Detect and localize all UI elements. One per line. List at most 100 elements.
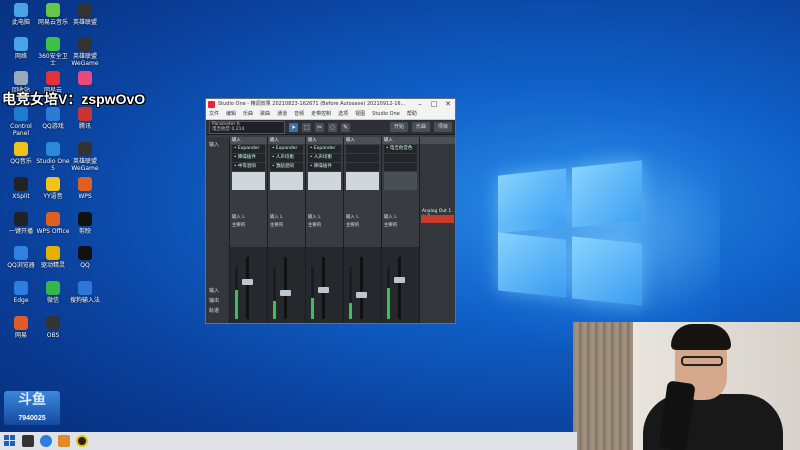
desktop-icon[interactable]: 网络: [4, 37, 38, 60]
desktop-icon[interactable]: XSplit: [4, 177, 38, 200]
insert-slot[interactable]: [383, 154, 417, 162]
send-area[interactable]: [269, 172, 303, 190]
insert-slot[interactable]: [345, 154, 379, 162]
insert-slot[interactable]: • 降噪插件: [231, 154, 265, 162]
send-area[interactable]: [307, 172, 341, 190]
project-page-button[interactable]: 项目: [433, 122, 452, 132]
close-icon[interactable]: ✕: [441, 99, 455, 110]
strip-header[interactable]: 输入: [381, 137, 419, 144]
strip-header[interactable]: 输入: [343, 137, 381, 144]
menu-item[interactable]: 乐曲: [243, 110, 253, 119]
mixer-channel-strip[interactable]: 输入 • Expander • 人声均衡 • 降噪插件 输入 L 主要的: [305, 137, 344, 323]
insert-slot[interactable]: • 激励混响: [269, 163, 303, 171]
menu-item[interactable]: 视图: [355, 110, 365, 119]
menu-item[interactable]: 选项: [338, 110, 348, 119]
range-tool-icon[interactable]: ⬚: [302, 122, 311, 132]
volume-fader-handle[interactable]: [279, 290, 291, 296]
input-routing[interactable]: 输入 L: [270, 214, 303, 221]
menu-item[interactable]: 走带控制: [311, 110, 331, 119]
strip-header[interactable]: 输入: [305, 137, 343, 144]
song-page-button[interactable]: 乐曲: [411, 122, 430, 132]
mixer-channel-strip[interactable]: 输入 • 电吉他音色 输入 L 主要的: [381, 137, 420, 323]
strip-header[interactable]: 输入: [229, 137, 267, 144]
insert-slot[interactable]: • 人声均衡: [307, 154, 341, 162]
main-out-bar[interactable]: [420, 215, 454, 223]
desktop-icon[interactable]: WPS Office: [36, 212, 70, 235]
desktop-icon[interactable]: 腾讯: [68, 107, 102, 130]
insert-slot[interactable]: • 中等混响: [231, 163, 265, 171]
desktop-icon[interactable]: OBS: [36, 316, 70, 339]
output-routing[interactable]: 主要的: [346, 222, 379, 229]
insert-slot[interactable]: [345, 145, 379, 153]
insert-slot[interactable]: • Expander: [231, 145, 265, 153]
output-routing[interactable]: 主要的: [270, 222, 303, 229]
studio-one-window[interactable]: Studio One - 精调效果 20210823-162671 (Befor…: [205, 98, 456, 324]
desktop-icon[interactable]: 360安全卫士: [36, 37, 70, 67]
erase-tool-icon[interactable]: ◌: [328, 122, 337, 132]
input-routing[interactable]: 输入 L: [346, 214, 379, 221]
arrow-tool-icon[interactable]: ➤: [289, 122, 298, 132]
taskbar-app-browser-icon[interactable]: [40, 435, 52, 447]
desktop-icon[interactable]: QQ: [68, 246, 102, 269]
mixer-channel-strip[interactable]: 输入 • Expander • 降噪插件 • 中等混响 输入 L 主要的: [229, 137, 268, 323]
send-area[interactable]: [345, 172, 379, 190]
insert-slot[interactable]: • Expander: [269, 145, 303, 153]
taskbar-app-studio-icon[interactable]: [22, 435, 34, 447]
volume-fader-handle[interactable]: [241, 279, 253, 285]
desktop-icon[interactable]: 剪映: [68, 212, 102, 235]
desktop-icon[interactable]: QQ音乐: [4, 142, 38, 165]
menu-item[interactable]: 文件: [209, 110, 219, 119]
input-routing[interactable]: 输入 L: [308, 214, 341, 221]
send-area[interactable]: [383, 172, 417, 190]
instrument-display[interactable]: Parameter 6 电吉他音 0.214: [209, 120, 285, 134]
desktop-icon[interactable]: 搜狗输入法: [68, 281, 102, 304]
desktop-icon[interactable]: YY语音: [36, 177, 70, 200]
desktop-icon[interactable]: QQ游戏: [36, 107, 70, 130]
desktop-icon[interactable]: 英雄联盟: [68, 3, 102, 26]
maximize-icon[interactable]: □: [427, 99, 441, 110]
insert-slot[interactable]: [345, 163, 379, 171]
desktop-icon[interactable]: Control Panel: [4, 107, 38, 137]
insert-slot[interactable]: [383, 163, 417, 171]
menu-item[interactable]: 通道: [277, 110, 287, 119]
menu-item[interactable]: Studio One: [372, 110, 400, 119]
insert-slot[interactable]: • 降噪插件: [307, 163, 341, 171]
desktop-icon[interactable]: 此电脑: [4, 3, 38, 26]
desktop-icon[interactable]: 英雄联盟WeGame: [68, 37, 102, 67]
taskbar-app-folder-icon[interactable]: [58, 435, 70, 447]
desktop-icon[interactable]: 网易云音乐: [36, 3, 70, 26]
insert-slot[interactable]: • 电吉他音色: [383, 145, 417, 153]
insert-slot[interactable]: • 人声均衡: [269, 154, 303, 162]
desktop-icon[interactable]: Edge: [4, 281, 38, 304]
input-routing[interactable]: 输入 L: [384, 214, 417, 221]
desktop-icon[interactable]: WPS: [68, 177, 102, 200]
send-area[interactable]: [231, 172, 265, 190]
window-titlebar[interactable]: Studio One - 精调效果 20210823-162671 (Befor…: [206, 99, 455, 110]
draw-tool-icon[interactable]: ✎: [341, 122, 350, 132]
output-routing[interactable]: 主要的: [384, 222, 417, 229]
strip-header[interactable]: 输入: [267, 137, 305, 144]
start-page-button[interactable]: 开始: [389, 122, 408, 132]
mixer-channel-strip[interactable]: 输入输入 L 主要的: [343, 137, 382, 323]
volume-fader-handle[interactable]: [393, 277, 405, 283]
output-routing[interactable]: 主要的: [232, 222, 265, 229]
desktop-icon[interactable]: 驱动精灵: [36, 246, 70, 269]
insert-slot[interactable]: • Expander: [307, 145, 341, 153]
menu-item[interactable]: 音频: [294, 110, 304, 119]
menu-item[interactable]: 帮助: [407, 110, 417, 119]
start-button-icon[interactable]: [4, 435, 16, 447]
desktop-icon[interactable]: 微信: [36, 281, 70, 304]
menu-item[interactable]: 编辑: [226, 110, 236, 119]
minimize-icon[interactable]: –: [413, 99, 427, 110]
desktop-icon[interactable]: QQ浏览器: [4, 246, 38, 269]
desktop-icon[interactable]: 网易: [4, 316, 38, 339]
desktop-icon[interactable]: [68, 71, 102, 87]
taskbar-app-obs-icon[interactable]: [76, 435, 88, 447]
desktop-icon[interactable]: 一键开播: [4, 212, 38, 235]
input-routing[interactable]: 输入 L: [232, 214, 265, 221]
menu-item[interactable]: 歌曲: [260, 110, 270, 119]
desktop-icon[interactable]: 英雄联盟WeGame: [68, 142, 102, 172]
output-routing[interactable]: 主要的: [308, 222, 341, 229]
volume-fader-handle[interactable]: [355, 292, 367, 298]
split-tool-icon[interactable]: ✂: [315, 122, 324, 132]
